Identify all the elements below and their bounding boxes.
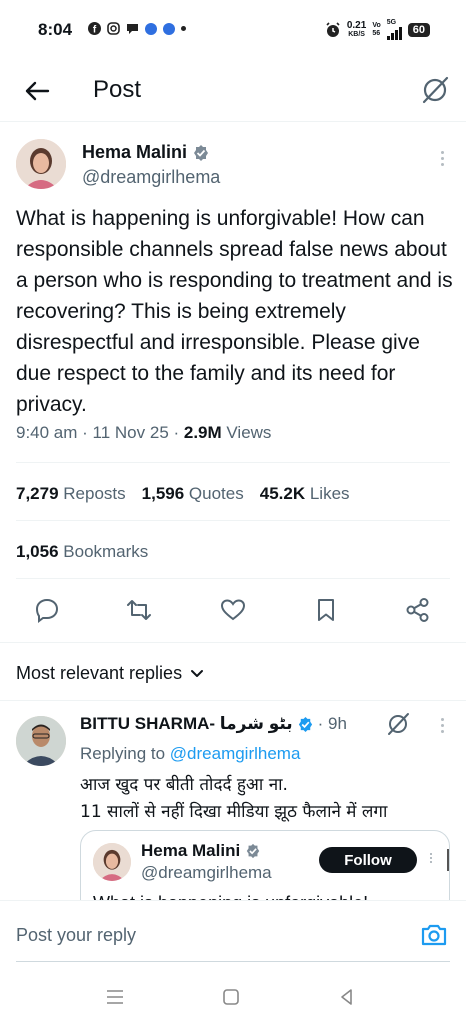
reply-composer (0, 900, 466, 972)
volte-indicator: Vo 56 (372, 22, 380, 38)
engagement-stats: 7,279 Reposts 1,596 Quotes 45.2K Likes (16, 484, 350, 504)
divider (0, 700, 466, 701)
post-time: 9:40 am · 11 Nov 25 · (16, 423, 184, 442)
status-bar: 8:04 f 0.21 KB/S Vo 56 5G 60 (0, 0, 466, 62)
more-notifications-dot (181, 26, 186, 31)
reply-time: · 9h (317, 714, 347, 733)
facebook-icon: f (88, 22, 101, 35)
reply-input[interactable] (16, 925, 376, 946)
page-title: Post (93, 76, 142, 103)
divider (16, 520, 450, 521)
follow-button[interactable]: Follow (319, 847, 417, 873)
post-text: What is happening is unforgivable! How c… (16, 207, 453, 416)
share-icon[interactable] (404, 596, 432, 624)
reposts-label: Reposts (58, 484, 126, 503)
app-notification-icon (145, 22, 157, 35)
likes-label: Likes (305, 484, 350, 503)
author-handle[interactable]: @dreamgirlhema (82, 167, 220, 188)
signal-bars-icon (386, 26, 402, 40)
avatar-image (16, 139, 66, 189)
views-label: Views (221, 423, 272, 442)
more-options-icon[interactable] (441, 718, 444, 733)
cell-signal: 5G (386, 19, 402, 40)
reply-author-name[interactable]: BITTU SHARMA- بٹو شرما (80, 714, 293, 734)
grok-icon[interactable] (386, 712, 410, 736)
divider (16, 961, 450, 962)
reply-text-line: 11 सालों से नहीं दिखा मीडिया झूठ फैलाने … (80, 802, 388, 822)
author-name-text[interactable]: Hema Malini (82, 142, 187, 163)
battery-level: 60 (412, 23, 425, 36)
verified-badge-icon (298, 716, 312, 732)
bookmarks-count: 1,056 (16, 542, 59, 561)
post-timestamp: 9:40 am · 11 Nov 25 · 2.9M Views (16, 423, 271, 443)
reposts-count: 7,279 (16, 484, 59, 503)
system-nav-bar (0, 972, 466, 1024)
notification-icons: f (88, 22, 186, 35)
bookmark-icon[interactable] (312, 596, 340, 624)
network-speed-unit: KB/S (348, 30, 365, 38)
replies-sort-dropdown[interactable]: Most relevant replies (16, 663, 204, 684)
quotes-stat[interactable]: 1,596 Quotes (142, 484, 244, 504)
reply-text: आज खुद पर बीती तोदर्द हुआ ना. 11 सालों स… (80, 772, 460, 826)
quote-author-handle[interactable]: @dreamgirlhema (141, 863, 272, 883)
views-count[interactable]: 2.9M (184, 423, 222, 442)
app-notification-icon (163, 22, 175, 35)
volte-bottom: 56 (372, 29, 381, 37)
replying-to-mention[interactable]: @dreamgirlhema (170, 744, 301, 763)
back-icon[interactable] (336, 986, 358, 1008)
divider (16, 462, 450, 463)
verified-badge-icon (194, 144, 209, 161)
home-icon[interactable] (220, 986, 242, 1008)
camera-icon[interactable] (420, 921, 448, 949)
volte-top: Vo (372, 21, 381, 29)
grok-icon[interactable] (420, 75, 450, 105)
replying-to-prefix: Replying to (80, 744, 170, 763)
status-time: 8:04 (38, 20, 73, 39)
verified-badge-icon (246, 843, 260, 859)
likes-count: 45.2K (259, 484, 306, 503)
message-icon (127, 24, 138, 34)
network-type: 5G (386, 19, 397, 26)
reposts-stat[interactable]: 7,279 Reposts (16, 484, 126, 504)
repost-icon[interactable] (125, 596, 153, 624)
status-indicators: 0.21 KB/S Vo 56 5G 60 (325, 19, 430, 40)
reply-text-line: आज खुद पर बीती तोदर्द हुआ ना. (80, 775, 288, 795)
author-name[interactable]: Hema Malini (82, 142, 210, 163)
like-icon[interactable] (219, 596, 247, 624)
bookmarks-stat[interactable]: 1,056 Bookmarks (16, 542, 148, 562)
reply-avatar-image (16, 716, 66, 766)
quotes-label: Quotes (184, 484, 244, 503)
avatar[interactable] (16, 139, 66, 189)
scrollbar[interactable] (447, 849, 449, 871)
chevron-down-icon (191, 669, 204, 677)
divider (16, 578, 450, 579)
quote-author[interactable]: Hema Malini (141, 841, 261, 861)
divider (0, 642, 466, 643)
likes-stat[interactable]: 45.2K Likes (260, 484, 350, 504)
replies-sort-label: Most relevant replies (16, 663, 183, 683)
battery-icon: 60 (407, 22, 430, 37)
avatar[interactable] (93, 843, 131, 881)
alarm-icon (326, 21, 340, 37)
avatar[interactable] (16, 716, 66, 766)
more-options-icon[interactable] (441, 151, 444, 166)
menu-icon[interactable] (104, 986, 126, 1008)
reply-icon[interactable] (33, 596, 61, 624)
arrow-left-icon[interactable] (24, 78, 50, 104)
post-header: Post (0, 62, 466, 122)
replying-to: Replying to @dreamgirlhema (80, 744, 300, 764)
quote-author-name[interactable]: Hema Malini (141, 841, 240, 861)
quote-avatar-image (93, 843, 131, 881)
instagram-icon (107, 22, 120, 35)
post-actions (0, 592, 466, 636)
more-options-icon[interactable] (430, 853, 432, 863)
quotes-count: 1,596 (141, 484, 185, 503)
bookmarks-label: Bookmarks (58, 542, 149, 561)
reply-author[interactable]: BITTU SHARMA- بٹو شرما · 9h (80, 714, 347, 734)
network-speed: 0.21 KB/S (346, 19, 367, 39)
network-speed-value: 0.21 (346, 19, 367, 31)
